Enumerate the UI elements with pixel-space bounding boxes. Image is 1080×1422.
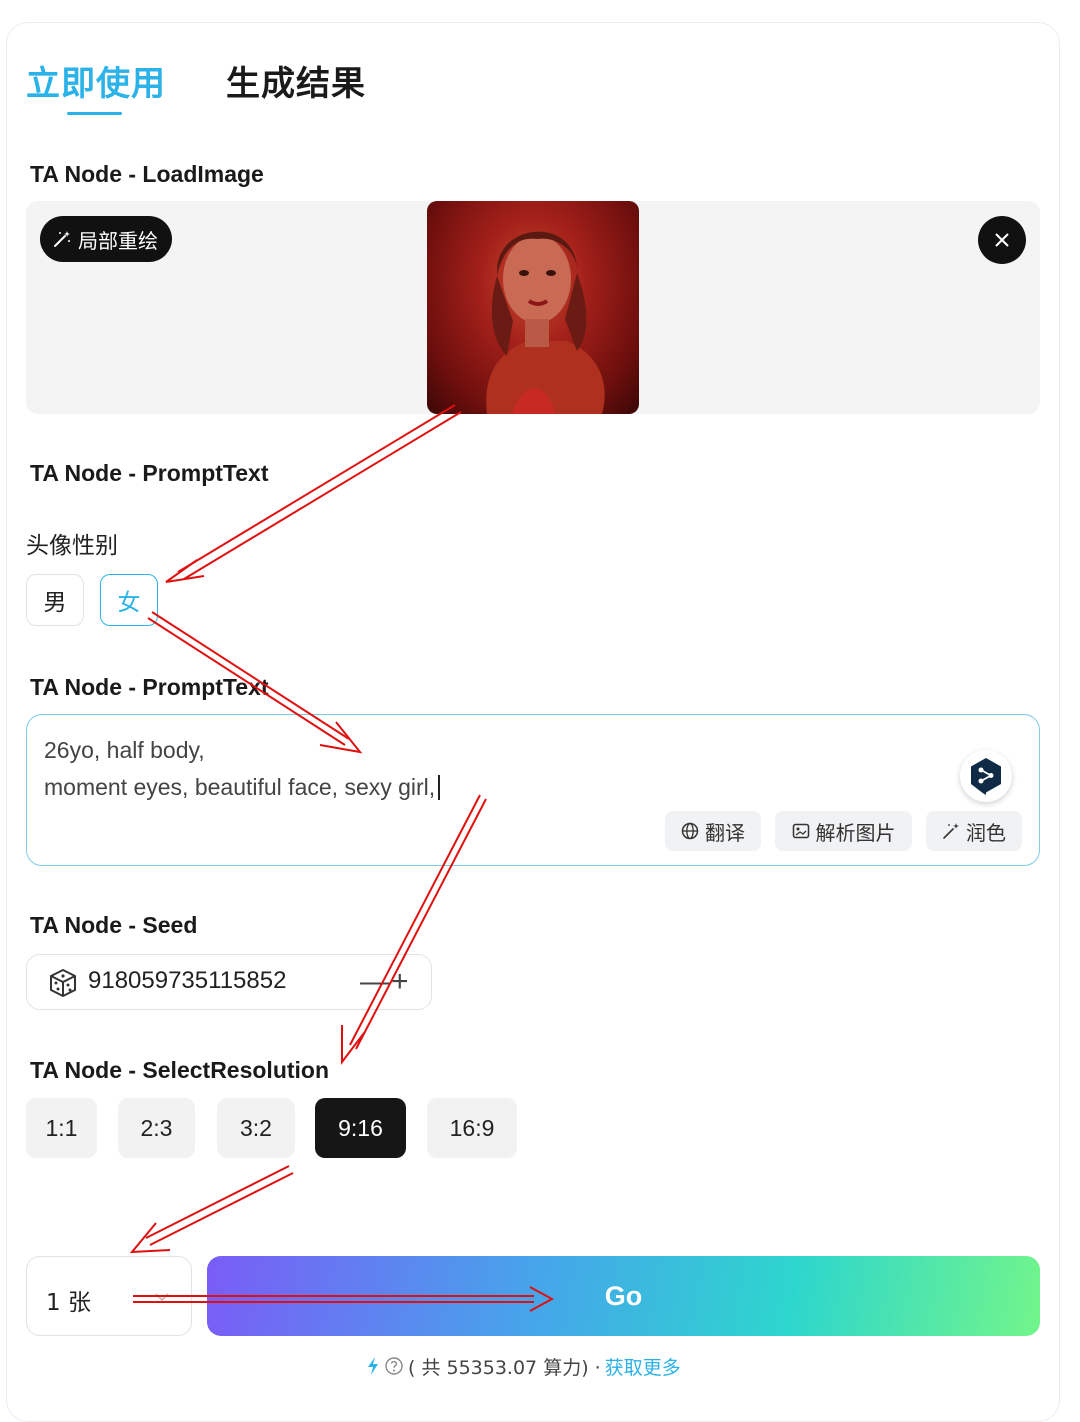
seed-increment-button[interactable]: + [391,964,409,1000]
image-count-value: 1 张 [46,1290,91,1316]
globe-icon [681,822,699,840]
section-label-selectresolution: TA Node - SelectResolution [30,1057,330,1083]
close-icon [995,233,1009,247]
resolution-option-2-3[interactable]: 2:3 [118,1098,195,1158]
text-caret [438,775,440,800]
translate-button[interactable]: 翻译 [665,811,761,851]
deepl-icon [971,758,1001,795]
section-label-prompttext: TA Node - PromptText [30,674,269,700]
section-label-prompttext-gender: TA Node - PromptText [30,460,269,486]
polish-label: 润色 [966,820,1006,845]
tab-results[interactable]: 生成结果 [226,56,366,105]
credits-footer: ( 共 55353.07 算力) · 获取更多 [366,1352,681,1380]
parse-image-button[interactable]: 解析图片 [775,811,912,851]
prompt-text-value: 26yo, half body, moment eyes, beautiful … [44,737,436,800]
deepl-translate-button[interactable] [960,750,1012,802]
resolution-option-9-16[interactable]: 9:16 [315,1098,406,1158]
active-tab-indicator [67,112,122,115]
polish-button[interactable]: 润色 [926,811,1022,851]
get-more-link[interactable]: 获取更多 [605,1353,681,1380]
help-icon[interactable] [384,1356,404,1376]
parse-image-label: 解析图片 [815,820,896,845]
tab-use-now[interactable]: 立即使用 [26,56,166,105]
uploaded-image [427,201,639,414]
lightning-icon [368,1357,378,1375]
section-label-loadimage: TA Node - LoadImage [30,161,264,187]
gender-option-male[interactable]: 男 [26,574,84,626]
prompt-text-content[interactable]: 26yo, half body, moment eyes, beautiful … [44,732,924,806]
resolution-option-16-9[interactable]: 16:9 [427,1098,517,1158]
portrait-illustration [486,231,605,414]
seed-value[interactable]: 918059735115852 [88,967,286,995]
credits-text: ( 共 55353.07 算力) · [408,1356,601,1379]
gender-field-label: 头像性别 [26,533,118,559]
magic-wand-icon [54,231,70,247]
resolution-option-1-1[interactable]: 1:1 [26,1098,97,1158]
translate-label: 翻译 [705,820,745,845]
remove-image-button[interactable] [978,216,1026,264]
resolution-option-3-2[interactable]: 3:2 [217,1098,295,1158]
dice-icon[interactable] [48,968,78,998]
gender-option-female[interactable]: 女 [100,574,158,626]
magic-wand-icon [943,823,959,839]
inpaint-button[interactable]: 局部重绘 [40,216,172,262]
section-label-seed: TA Node - Seed [30,912,198,938]
seed-decrement-button[interactable]: — [360,964,390,1000]
image-scan-icon [792,823,809,839]
inpaint-label: 局部重绘 [78,228,158,253]
chevron-down-icon [155,1293,169,1302]
go-button[interactable]: Go [207,1256,1040,1336]
